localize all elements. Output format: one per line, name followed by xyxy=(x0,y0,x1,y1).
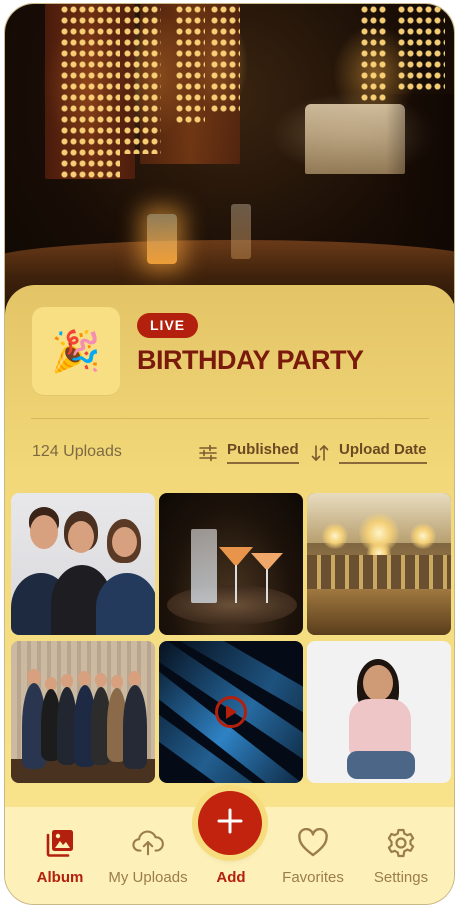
nav-settings[interactable]: Settings xyxy=(356,807,446,904)
filter-published-button[interactable]: Published xyxy=(197,441,299,464)
cloud-upload-icon xyxy=(132,827,164,859)
nav-album[interactable]: Album xyxy=(15,807,105,904)
nav-favorites-label: Favorites xyxy=(282,869,344,886)
play-icon[interactable] xyxy=(215,696,247,728)
event-cover-photo xyxy=(5,4,454,314)
nav-my-uploads-label: My Uploads xyxy=(108,869,188,886)
gallery-item[interactable] xyxy=(307,641,451,783)
nav-album-label: Album xyxy=(36,869,84,886)
nav-add-label: Add xyxy=(216,869,246,886)
heart-icon xyxy=(297,827,329,859)
party-popper-icon: 🎉 xyxy=(32,307,120,395)
album-icon xyxy=(44,827,76,859)
event-card: 🎉 LIVE BIRTHDAY PARTY 124 Uploads Publis… xyxy=(5,285,454,825)
nav-favorites[interactable]: Favorites xyxy=(268,807,358,904)
gallery-item[interactable] xyxy=(307,493,451,635)
divider xyxy=(31,418,429,419)
sort-upload-date-button[interactable]: Upload Date xyxy=(309,441,427,464)
gear-icon xyxy=(385,827,417,859)
plus-icon xyxy=(217,808,243,839)
gallery-item[interactable] xyxy=(159,493,303,635)
sort-upload-date-label: Upload Date xyxy=(339,441,427,464)
nav-settings-label: Settings xyxy=(373,869,429,886)
gallery-item[interactable] xyxy=(11,641,155,783)
event-title: BIRTHDAY PARTY xyxy=(137,345,364,375)
nav-my-uploads[interactable]: My Uploads xyxy=(103,807,193,904)
live-status-badge: LIVE xyxy=(137,313,199,338)
add-button[interactable] xyxy=(198,791,262,855)
sort-arrows-icon xyxy=(309,442,331,464)
gallery-item[interactable] xyxy=(11,493,155,635)
uploads-count: 124 Uploads xyxy=(32,443,122,460)
gallery-item-video[interactable] xyxy=(159,641,303,783)
filter-published-label: Published xyxy=(227,441,299,464)
app-screen: 🎉 LIVE BIRTHDAY PARTY 124 Uploads Publis… xyxy=(4,3,455,905)
sliders-icon xyxy=(197,442,219,464)
